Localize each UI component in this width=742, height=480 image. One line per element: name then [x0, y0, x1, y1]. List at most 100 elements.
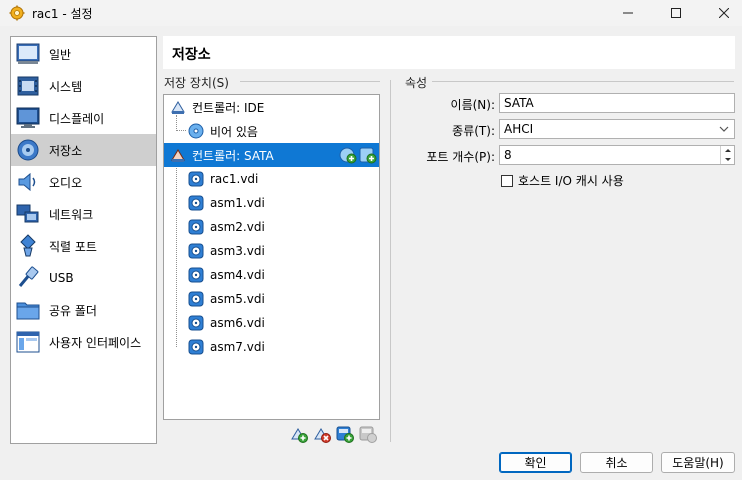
hard-disk-icon — [187, 338, 205, 356]
hard-disk-icon — [187, 266, 205, 284]
port-count-label: 포트 개수(P): — [426, 150, 495, 164]
tree-item-label: asm6.vdi — [210, 316, 265, 330]
attributes-label: 속성 — [405, 76, 428, 90]
remove-attachment-icon[interactable] — [359, 425, 377, 443]
panel-separator — [390, 80, 391, 442]
controller-icon — [169, 146, 187, 164]
tree-item-controller-ide[interactable]: 컨트롤러: IDE — [164, 95, 379, 119]
tree-item-disk[interactable]: asm6.vdi — [164, 311, 379, 335]
tree-item-label: rac1.vdi — [210, 172, 259, 186]
sidebar-item-system[interactable]: 시스템 — [11, 70, 156, 102]
user-interface-icon — [15, 330, 41, 354]
tree-item-label: asm7.vdi — [210, 340, 265, 354]
sidebar-item-label: 직렬 포트 — [49, 239, 97, 254]
sidebar-item-storage[interactable]: 저장소 — [11, 134, 156, 166]
tree-item-label: asm2.vdi — [210, 220, 265, 234]
maximize-button[interactable] — [652, 0, 700, 26]
minimize-icon — [623, 12, 633, 14]
add-optical-drive-icon[interactable] — [339, 146, 357, 164]
remove-controller-icon[interactable] — [313, 425, 331, 443]
tree-item-controller-sata[interactable]: 컨트롤러: SATA — [164, 143, 379, 167]
tree-item-empty-optical[interactable]: 비어 있음 — [164, 119, 379, 143]
hard-disk-icon — [187, 218, 205, 236]
port-count-spinbox[interactable]: 8 — [499, 145, 735, 165]
sidebar-item-usb[interactable]: USB — [11, 262, 156, 294]
sidebar-item-label: 저장소 — [49, 143, 83, 158]
hard-disk-icon — [187, 290, 205, 308]
serial-port-icon — [15, 234, 41, 258]
audio-icon — [15, 170, 41, 194]
sidebar-item-general[interactable]: 일반 — [11, 38, 156, 70]
tree-item-label: asm3.vdi — [210, 244, 265, 258]
hard-disk-icon — [187, 170, 205, 188]
chevron-down-icon — [719, 126, 729, 132]
name-field[interactable]: SATA — [499, 93, 735, 113]
attributes-divider — [432, 81, 734, 82]
type-value: AHCI — [504, 122, 534, 136]
tree-item-disk[interactable]: asm4.vdi — [164, 263, 379, 287]
controller-icon — [169, 98, 187, 116]
name-value: SATA — [504, 96, 534, 110]
sidebar-item-shared-folder[interactable]: 공유 폴더 — [11, 294, 156, 326]
ok-button[interactable]: 확인 — [499, 452, 572, 473]
storage-icon — [15, 138, 41, 162]
help-button[interactable]: 도움말(H) — [661, 452, 735, 473]
shared-folder-icon — [15, 298, 41, 322]
tree-item-disk[interactable]: asm1.vdi — [164, 191, 379, 215]
network-icon — [15, 202, 41, 226]
display-icon — [15, 106, 41, 130]
storage-devices-divider — [240, 81, 380, 82]
tree-item-disk[interactable]: asm7.vdi — [164, 335, 379, 359]
sidebar-item-network[interactable]: 네트워크 — [11, 198, 156, 230]
hard-disk-icon — [187, 314, 205, 332]
sidebar-item-label: 일반 — [49, 47, 72, 62]
window-title: rac1 - 설정 — [32, 7, 93, 21]
sidebar-item-label: 네트워크 — [49, 207, 94, 222]
tree-item-label: 컨트롤러: IDE — [192, 100, 265, 115]
tree-item-disk[interactable]: asm5.vdi — [164, 287, 379, 311]
spin-down-icon[interactable] — [721, 155, 735, 164]
sidebar-item-label: 시스템 — [49, 79, 83, 94]
add-attachment-icon[interactable] — [336, 425, 354, 443]
cancel-button[interactable]: 취소 — [580, 452, 653, 473]
system-icon — [15, 74, 41, 98]
hard-disk-icon — [187, 242, 205, 260]
storage-devices-label: 저장 장치(S) — [164, 76, 229, 90]
sidebar-item-label: 사용자 인터페이스 — [49, 335, 142, 350]
usb-icon — [15, 266, 41, 290]
add-hard-disk-icon[interactable] — [359, 146, 377, 164]
sidebar-item-label: USB — [49, 271, 74, 285]
tree-item-disk[interactable]: rac1.vdi — [164, 167, 379, 191]
sidebar-item-user-interface[interactable]: 사용자 인터페이스 — [11, 326, 156, 358]
close-button[interactable] — [700, 0, 742, 26]
tree-item-label: 비어 있음 — [210, 124, 258, 139]
add-controller-icon[interactable] — [290, 425, 308, 443]
sidebar-item-label: 디스플레이 — [49, 111, 105, 126]
hard-disk-icon — [187, 194, 205, 212]
sidebar-item-serial-port[interactable]: 직렬 포트 — [11, 230, 156, 262]
name-label: 이름(N): — [450, 98, 495, 112]
close-icon — [719, 8, 729, 18]
virtualbox-settings-icon — [9, 5, 25, 21]
page-header: 저장소 — [163, 36, 735, 69]
tree-item-disk[interactable]: asm2.vdi — [164, 215, 379, 239]
sidebar-item-display[interactable]: 디스플레이 — [11, 102, 156, 134]
sidebar-item-label: 오디오 — [49, 175, 83, 190]
type-combobox[interactable]: AHCI — [499, 119, 735, 139]
storage-tree[interactable]: 컨트롤러: IDE 비어 있음 컨트롤러: SATA rac1.vdi asm1… — [163, 94, 380, 420]
general-icon — [15, 42, 41, 66]
spin-up-icon[interactable] — [721, 146, 735, 155]
host-io-cache-checkbox[interactable] — [501, 175, 513, 187]
page-title: 저장소 — [172, 47, 211, 63]
host-io-cache-label: 호스트 I/O 캐시 사용 — [518, 174, 624, 188]
tree-item-disk[interactable]: asm3.vdi — [164, 239, 379, 263]
tree-item-label: asm1.vdi — [210, 196, 265, 210]
port-count-value: 8 — [504, 148, 512, 162]
optical-disc-icon — [187, 122, 205, 140]
title-bar: rac1 - 설정 — [0, 0, 742, 26]
sidebar-item-audio[interactable]: 오디오 — [11, 166, 156, 198]
spinner-buttons[interactable] — [720, 146, 734, 164]
tree-item-label: asm4.vdi — [210, 268, 265, 282]
sidebar-item-label: 공유 폴더 — [49, 303, 97, 318]
minimize-button[interactable] — [604, 0, 652, 26]
